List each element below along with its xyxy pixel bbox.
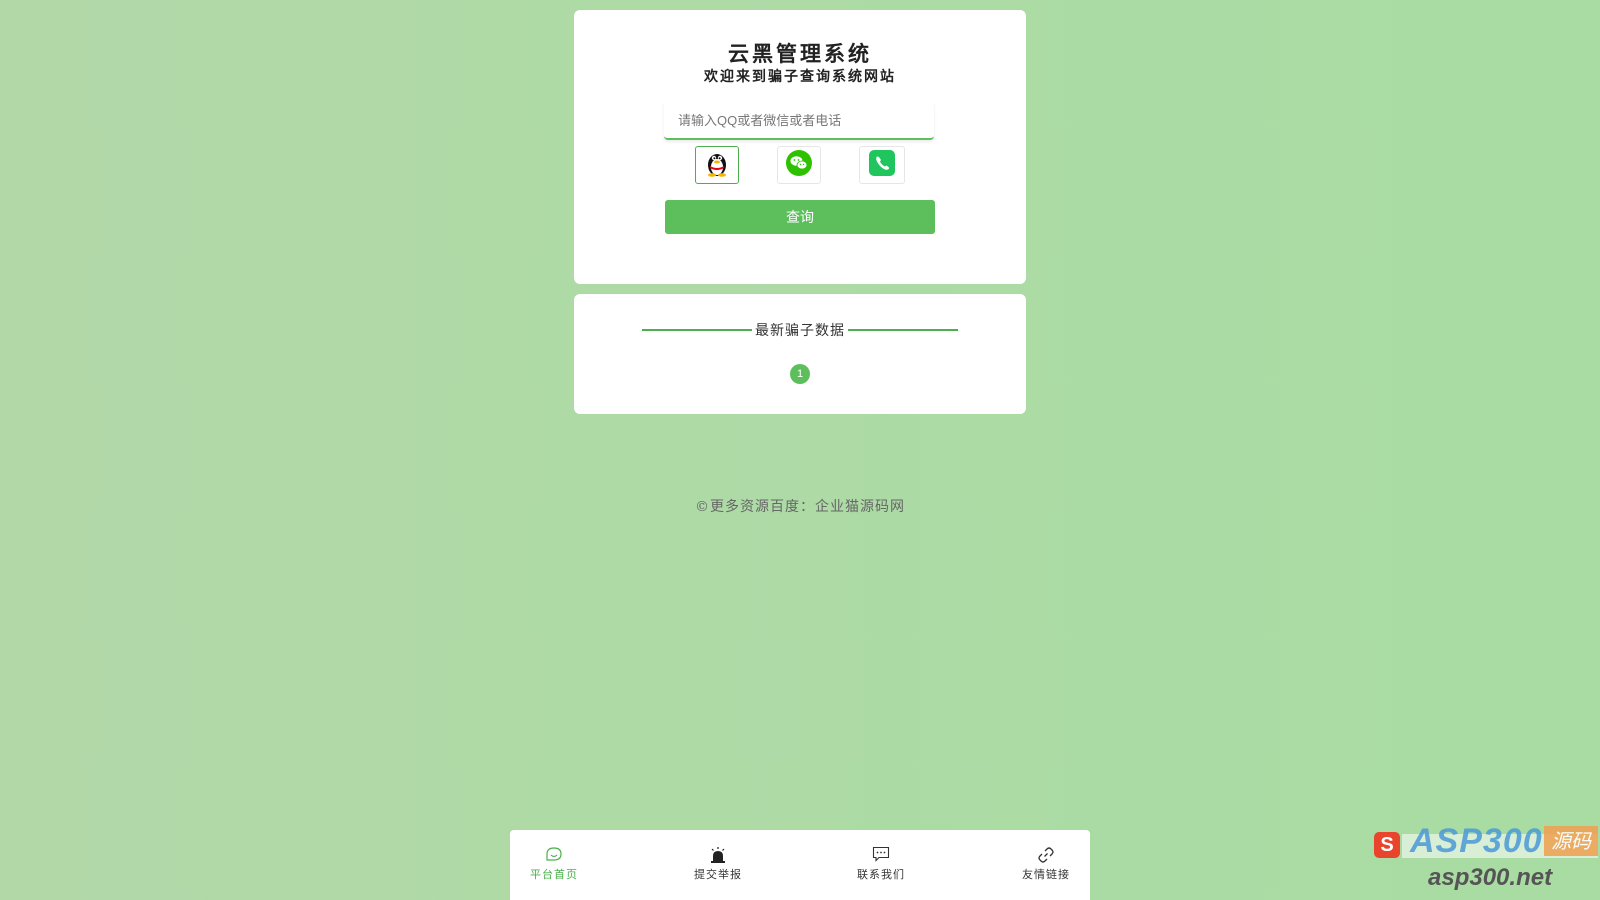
- nav-item-home[interactable]: 平台首页: [514, 846, 594, 882]
- nav-label-links: 友情链接: [1022, 868, 1070, 881]
- watermark-tag: 源码: [1544, 826, 1598, 856]
- nav-item-report[interactable]: 提交举报: [678, 846, 758, 882]
- query-card: 云黑管理系统 欢迎来到骗子查询系统网站 请输入QQ或者微信或者电话 查询: [574, 10, 1026, 284]
- wechat-icon: [786, 150, 812, 180]
- nav-label-home: 平台首页: [530, 868, 578, 881]
- nav-item-contact[interactable]: 联系我们: [841, 846, 921, 882]
- message-icon: [841, 846, 921, 864]
- watermark-brand: ASP300: [1410, 822, 1543, 860]
- footer-copyright: ©更多资源百度：企业猫源码网: [695, 499, 905, 515]
- alarm-icon: [678, 846, 758, 864]
- link-icon: [1006, 846, 1086, 864]
- home-icon: [514, 846, 594, 864]
- qq-penguin-icon: [704, 149, 730, 181]
- page-subtitle: 欢迎来到骗子查询系统网站: [704, 69, 896, 85]
- watermark-domain: asp300.net: [1428, 864, 1553, 891]
- section-title: 最新骗子数据: [755, 323, 845, 339]
- phone-type-button[interactable]: [859, 146, 905, 184]
- section-divider-left: [642, 329, 752, 331]
- nav-item-links[interactable]: 友情链接: [1006, 846, 1086, 882]
- bottom-nav: 平台首页 提交举报 联系我们 友情链接: [510, 830, 1090, 900]
- pagination-page[interactable]: 1: [790, 364, 810, 384]
- latest-data-card: 最新骗子数据 1: [574, 294, 1026, 414]
- query-button[interactable]: 查询: [665, 200, 935, 234]
- section-divider-right: [848, 329, 958, 331]
- search-input[interactable]: [664, 102, 934, 140]
- wechat-type-button[interactable]: [777, 146, 821, 184]
- sogou-s-icon: S: [1374, 832, 1400, 858]
- phone-icon: [869, 150, 895, 180]
- qq-type-button[interactable]: [695, 146, 739, 184]
- nav-label-report: 提交举报: [694, 868, 742, 881]
- watermark-logo: S ASP300 源码 asp300.net: [1374, 822, 1600, 900]
- nav-label-contact: 联系我们: [857, 868, 905, 881]
- page-title: 云黑管理系统: [728, 41, 872, 66]
